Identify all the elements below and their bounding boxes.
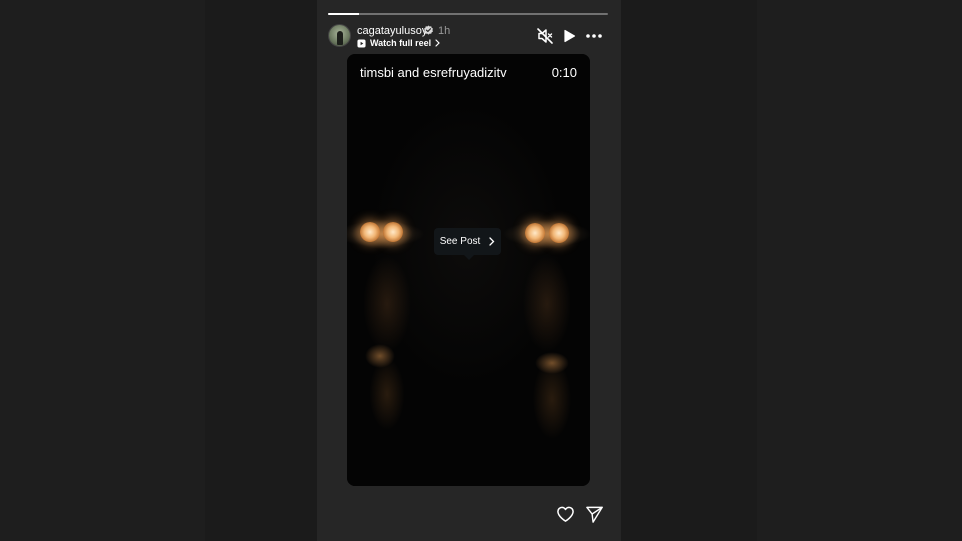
see-post-button[interactable]: See Post <box>434 228 501 255</box>
right-backdrop <box>757 0 962 541</box>
heart-icon[interactable] <box>556 505 575 524</box>
avatar[interactable] <box>328 24 351 47</box>
headlight-right-outer <box>549 223 569 243</box>
road-reflection-left <box>365 344 395 368</box>
video-time: 0:10 <box>551 65 577 80</box>
avatar-figure <box>337 31 343 45</box>
more-options-icon[interactable] <box>585 27 603 45</box>
video-title: timsbi and esrefruyadizitv <box>360 65 507 80</box>
headlight-left-inner <box>383 222 403 242</box>
watch-full-reel-link[interactable]: Watch full reel <box>357 37 441 49</box>
muted-speaker-icon[interactable] <box>536 27 554 45</box>
left-backdrop <box>0 0 205 541</box>
verified-badge-icon <box>424 25 433 35</box>
send-icon[interactable] <box>585 505 604 524</box>
story-progress-bar <box>328 13 608 15</box>
see-post-label: See Post <box>439 235 481 247</box>
road-reflection-right <box>535 352 569 374</box>
reel-icon <box>357 38 366 48</box>
watch-full-reel-label: Watch full reel <box>370 38 432 48</box>
chevron-right-icon <box>435 39 441 47</box>
chevron-right-icon <box>489 237 495 246</box>
see-post-pointer <box>464 255 474 260</box>
play-icon[interactable] <box>560 27 578 45</box>
story-video[interactable]: timsbi and esrefruyadizitv 0:10 See Post <box>347 54 590 486</box>
headlight-left-outer <box>360 222 380 242</box>
headlight-right-inner <box>525 223 545 243</box>
story-progress-fill <box>328 13 359 15</box>
video-background <box>347 54 590 486</box>
